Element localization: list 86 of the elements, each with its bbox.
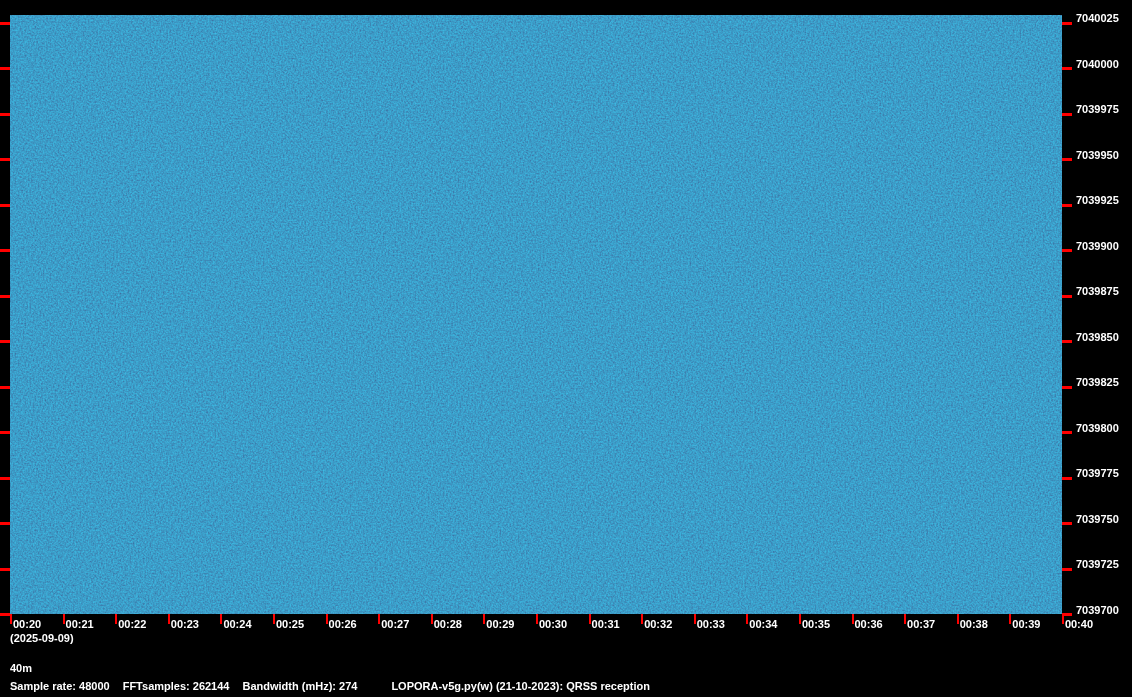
frequency-label: 7039875: [1076, 285, 1119, 298]
frequency-label: 7039700: [1076, 603, 1119, 616]
axis-tick: [378, 614, 381, 624]
band-label: 40m: [9, 662, 34, 675]
frequency-label: 7039750: [1076, 512, 1119, 525]
axis-tick: [0, 340, 10, 344]
axis-tick: [1062, 340, 1072, 344]
time-label: 00:24: [223, 618, 252, 630]
axis-tick: [0, 522, 10, 526]
axis-tick: [62, 614, 65, 624]
axis-tick: [1062, 385, 1072, 389]
axis-tick: [483, 614, 486, 624]
time-label: 00:35: [801, 618, 831, 630]
frequency-label: 7039950: [1076, 148, 1119, 161]
axis-tick: [430, 614, 433, 624]
time-label: 00:33: [696, 618, 725, 630]
time-label: 00:21: [65, 618, 94, 630]
time-label: 00:20: [13, 618, 42, 630]
axis-tick: [0, 67, 10, 71]
info-text: Sample rate: 48000: [10, 680, 110, 693]
axis-tick: [0, 385, 10, 389]
date-label: (2025-09-09): [9, 632, 75, 645]
axis-tick: [0, 567, 10, 571]
axis-tick: [0, 431, 10, 435]
time-label: 00:26: [328, 618, 357, 630]
axis-tick: [956, 614, 959, 624]
axis-tick: [1062, 158, 1072, 162]
info-text: Bandwidth (mHz): 274: [242, 680, 358, 693]
axis-tick: [0, 112, 10, 116]
frequency-label: 7039725: [1076, 558, 1119, 571]
time-label: 00:39: [1012, 618, 1041, 630]
axis-tick: [0, 476, 10, 480]
axis-tick: [1062, 203, 1072, 207]
axis-tick: [325, 614, 328, 624]
axis-tick: [1062, 522, 1072, 526]
axis-tick: [746, 614, 749, 624]
axis-tick: [0, 158, 10, 162]
axis-tick: [693, 614, 696, 624]
time-label: 00:22: [118, 618, 147, 630]
time-label: 00:37: [907, 618, 936, 630]
time-label: 00:23: [170, 618, 199, 630]
axis-tick: [220, 614, 223, 624]
axis-tick: [588, 614, 591, 624]
frequency-label: 7039975: [1076, 103, 1119, 116]
time-label: 00:30: [538, 618, 568, 630]
time-label: 00:29: [486, 618, 515, 630]
time-label: 00:38: [959, 618, 988, 630]
frequency-label: 7039800: [1076, 421, 1119, 434]
time-label: 00:31: [591, 618, 620, 630]
axis-tick: [1009, 614, 1012, 624]
axis-tick: [272, 614, 275, 624]
time-label: 00:34: [749, 618, 778, 630]
info-text: FFTsamples: 262144: [122, 680, 230, 693]
axis-tick: [1062, 67, 1072, 71]
axis-tick: [798, 614, 801, 624]
axis-tick: [1062, 294, 1072, 298]
axis-tick: [1062, 431, 1072, 435]
axis-tick: [535, 614, 538, 624]
axis-tick: [167, 614, 170, 624]
time-label: 00:28: [433, 618, 462, 630]
info-text: LOPORA-v5g.py(w) (21-10-2023): QRSS reception: [391, 680, 650, 693]
axis-tick: [1062, 112, 1072, 116]
frequency-label: 7040025: [1076, 12, 1119, 24]
frequency-label: 7039850: [1076, 330, 1119, 343]
axis-tick: [1062, 21, 1072, 25]
axis-tick: [0, 249, 10, 253]
frequency-label: 7040000: [1076, 57, 1119, 70]
time-label: 00:36: [854, 618, 883, 630]
time-label: 00:27: [381, 618, 410, 630]
time-label: 00:32: [644, 618, 673, 630]
frequency-label: 7039900: [1076, 239, 1119, 252]
frequency-label: 7039825: [1076, 376, 1119, 389]
axis-tick: [641, 614, 644, 624]
time-label: 00:25: [275, 618, 305, 630]
frequency-label: 7039925: [1076, 194, 1119, 207]
axis-tick: [0, 21, 10, 25]
axis-tick: [851, 614, 854, 624]
axis-tick: [1062, 476, 1072, 480]
time-label: 00:40: [1064, 618, 1093, 630]
axis-tick: [904, 614, 907, 624]
axis-tick: [1062, 249, 1072, 253]
frequency-label: 7039775: [1076, 467, 1119, 480]
axis-tick: [0, 294, 10, 298]
axis-tick: [115, 614, 118, 624]
axis-tick: [1062, 567, 1072, 571]
axis-tick: [0, 203, 10, 207]
